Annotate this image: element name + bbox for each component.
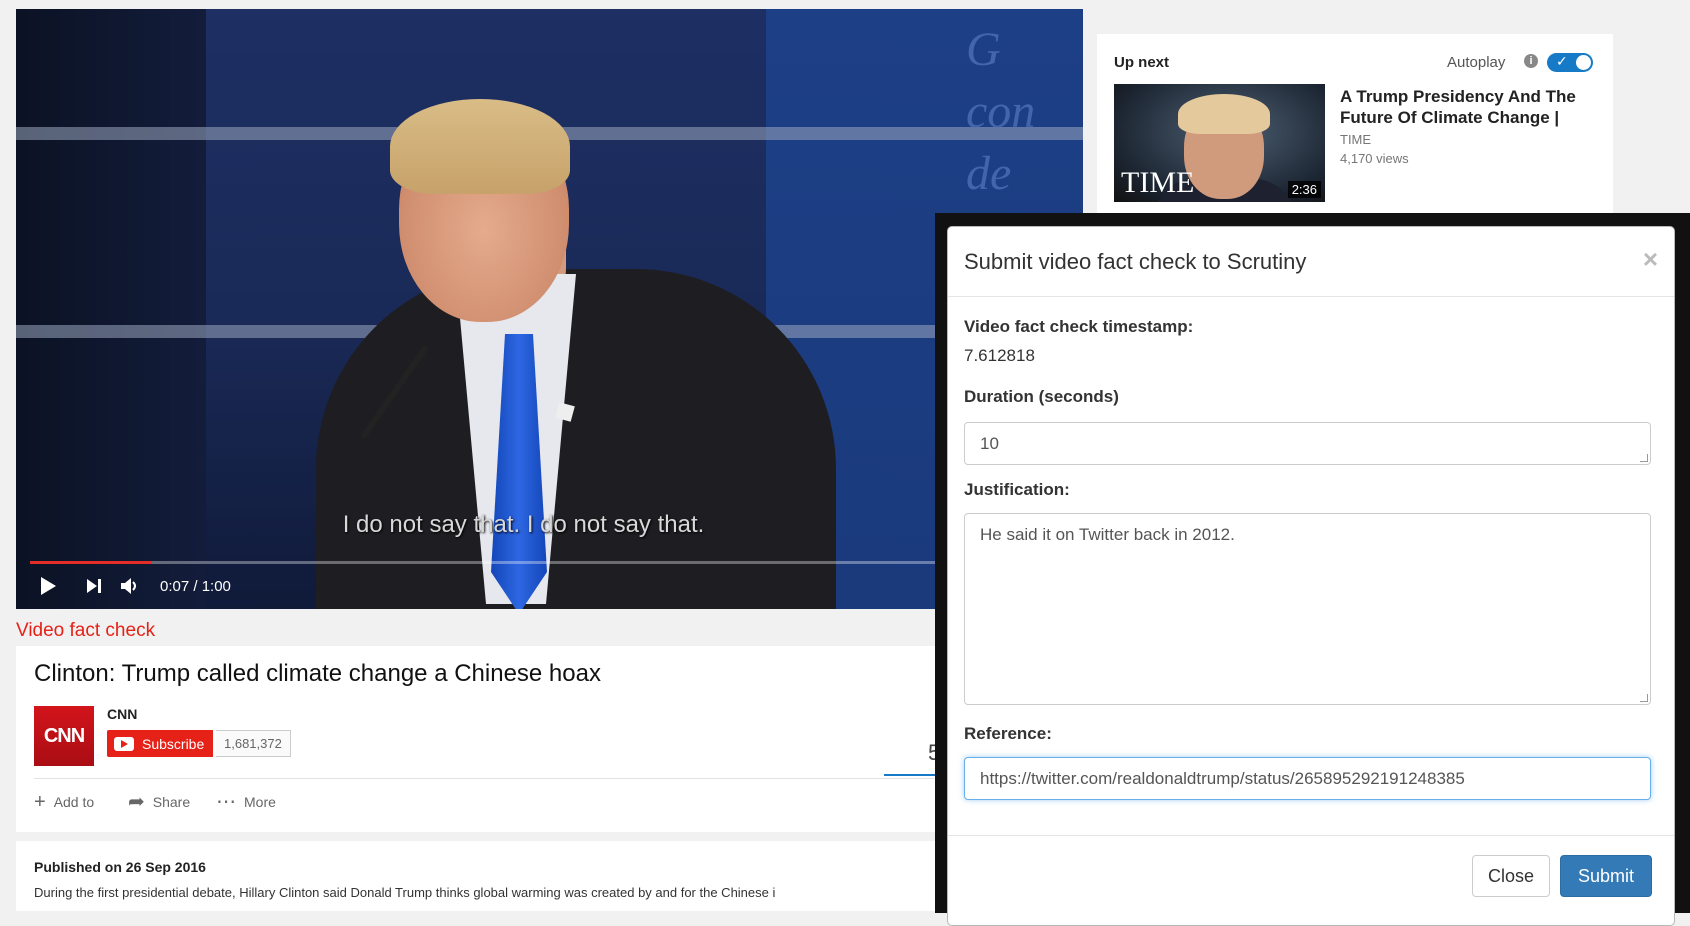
autoplay-toggle[interactable]: ✓ — [1547, 53, 1593, 72]
add-to-label: Add to — [53, 794, 95, 810]
player-controls: 0:07 / 1:00 — [30, 571, 231, 601]
video-subtitle: I do not say that. I do not say that. — [342, 511, 705, 538]
duration-value: 10 — [980, 434, 999, 453]
video-fact-check-link[interactable]: Video fact check — [16, 620, 155, 642]
justification-field[interactable]: He said it on Twitter back in 2012. — [964, 513, 1651, 705]
description-card: Published on 26 Sep 2016 During the firs… — [16, 841, 936, 911]
channel-name[interactable]: CNN — [107, 706, 137, 722]
up-next-video-title[interactable]: A Trump Presidency And The Future Of Cli… — [1340, 86, 1600, 128]
youtube-icon — [114, 736, 134, 751]
video-title: Clinton: Trump called climate change a C… — [34, 660, 601, 687]
more-button[interactable]: ⋯ More — [216, 791, 276, 813]
background-script-text: G con de — [966, 23, 1036, 200]
video-timecode: 0:07 / 1:00 — [160, 577, 231, 595]
next-icon — [87, 579, 101, 593]
video-progress-fill — [30, 561, 152, 564]
thumbnail-brand: TIME — [1121, 166, 1195, 199]
more-dots-icon: ⋯ — [216, 791, 236, 813]
video-progress-bar[interactable] — [30, 561, 1070, 564]
modal-header: Submit video fact check to Scrutiny × — [948, 227, 1674, 297]
check-icon: ✓ — [1556, 53, 1568, 69]
up-next-views: 4,170 views — [1340, 151, 1409, 166]
divider — [948, 835, 1674, 836]
submit-button[interactable]: Submit — [1560, 855, 1652, 897]
share-label: Share — [152, 794, 191, 810]
video-player[interactable]: G con de I do not say that. I do not say… — [16, 9, 1083, 609]
volume-button[interactable] — [112, 571, 148, 601]
video-duration-badge: 2:36 — [1287, 181, 1321, 198]
video-info-card: Clinton: Trump called climate change a C… — [16, 646, 952, 832]
toggle-knob — [1576, 55, 1591, 70]
share-button[interactable]: ➦ Share — [128, 791, 191, 813]
more-label: More — [244, 794, 276, 810]
speaker-suit — [316, 269, 836, 609]
published-date: Published on 26 Sep 2016 — [34, 859, 206, 875]
resize-handle[interactable] — [1640, 694, 1648, 702]
up-next-heading: Up next — [1114, 54, 1170, 71]
divider — [34, 778, 934, 779]
play-icon — [41, 577, 56, 595]
up-next-panel: Up next Autoplay i ✓ TIME 2:36 A Trump P… — [1097, 34, 1613, 214]
reference-label: Reference: — [964, 724, 1052, 743]
speaker-hair — [390, 99, 570, 194]
play-button[interactable] — [30, 571, 66, 601]
timestamp-value: 7.612818 — [964, 346, 1035, 365]
next-button[interactable] — [76, 571, 112, 601]
up-next-thumbnail[interactable]: TIME 2:36 — [1114, 84, 1325, 202]
channel-logo-text: CNN — [43, 724, 85, 747]
volume-icon — [121, 578, 136, 594]
video-description: During the first presidential debate, Hi… — [34, 885, 776, 900]
justification-value: He said it on Twitter back in 2012. — [980, 525, 1235, 544]
close-icon[interactable]: × — [1643, 244, 1658, 275]
share-icon: ➦ — [128, 791, 145, 813]
duration-label: Duration (seconds) — [964, 387, 1119, 406]
timestamp-label: Video fact check timestamp: — [964, 317, 1194, 336]
up-next-channel: TIME — [1340, 132, 1372, 147]
duration-field[interactable]: 10 — [964, 422, 1651, 465]
resize-handle[interactable] — [1640, 454, 1648, 462]
reference-field[interactable]: https://twitter.com/realdonaldtrump/stat… — [964, 757, 1651, 800]
modal-title: Submit video fact check to Scrutiny — [964, 249, 1307, 274]
thumbnail-hair — [1178, 94, 1270, 134]
subscriber-count: 1,681,372 — [216, 730, 291, 757]
fact-check-modal: Submit video fact check to Scrutiny × Vi… — [947, 226, 1675, 926]
autoplay-label: Autoplay — [1447, 54, 1506, 71]
subscribe-label: Subscribe — [142, 735, 205, 752]
close-button[interactable]: Close — [1472, 855, 1550, 897]
channel-avatar[interactable]: CNN — [34, 706, 94, 766]
justification-label: Justification: — [964, 480, 1070, 499]
plus-icon: + — [34, 791, 46, 813]
add-to-button[interactable]: + Add to — [34, 791, 95, 813]
reference-value: https://twitter.com/realdonaldtrump/stat… — [980, 769, 1465, 788]
info-icon[interactable]: i — [1524, 54, 1538, 68]
subscribe-button[interactable]: Subscribe — [107, 730, 214, 757]
